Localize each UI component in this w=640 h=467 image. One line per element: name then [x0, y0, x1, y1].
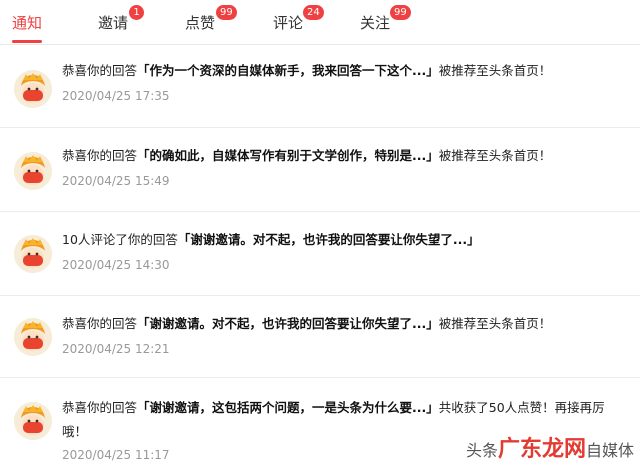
avatar: [14, 235, 52, 273]
answer-title-link[interactable]: 「的确如此，自媒体写作有别于文学创作，特别是...」: [137, 148, 439, 163]
notification-text: 恭喜你的回答「作为一个资深的自媒体新手，我来回答一下这个...」被推荐至头条首页…: [62, 63, 552, 78]
tab-notifications[interactable]: 通知: [12, 12, 42, 33]
answer-title-link[interactable]: 「谢谢邀请，这包括两个问题，一是头条为什么要...」: [137, 400, 439, 415]
invitations-count-badge: 1: [129, 5, 144, 20]
avatar: [14, 152, 52, 190]
list-item[interactable]: 恭喜你的回答「作为一个资深的自媒体新手，我来回答一下这个...」被推荐至头条首页…: [0, 46, 640, 128]
cartoon-avatar-icon: [14, 235, 52, 273]
timestamp: 2020/04/25 17:35: [62, 89, 170, 103]
list-item[interactable]: 恭喜你的回答「的确如此，自媒体写作有别于文学创作，特别是...」被推荐至头条首页…: [0, 128, 640, 212]
avatar: [14, 70, 52, 108]
list-item[interactable]: 10人评论了你的回答「谢谢邀请。对不起，也许我的回答要让你失望了...」 202…: [0, 212, 640, 296]
follows-count-badge: 99: [390, 5, 411, 20]
answer-title-link[interactable]: 「谢谢邀请。对不起，也许我的回答要让你失望了...」: [178, 232, 480, 247]
cartoon-avatar-icon: [14, 402, 52, 440]
active-tab-underline: [12, 40, 42, 43]
tab-likes[interactable]: 点赞: [185, 12, 215, 33]
tab-comments[interactable]: 评论: [273, 12, 303, 33]
cartoon-avatar-icon: [14, 152, 52, 190]
timestamp: 2020/04/25 11:17: [62, 448, 170, 462]
avatar: [14, 402, 52, 440]
answer-title-link[interactable]: 「谢谢邀请。对不起，也许我的回答要让你失望了...」: [137, 316, 439, 331]
site-watermark: 头条广东龙网自媒体: [465, 437, 634, 462]
comments-count-badge: 24: [303, 5, 324, 20]
timestamp: 2020/04/25 12:21: [62, 342, 170, 356]
timestamp: 2020/04/25 14:30: [62, 258, 170, 272]
avatar: [14, 318, 52, 356]
answer-title-link[interactable]: 「作为一个资深的自媒体新手，我来回答一下这个...」: [137, 63, 439, 78]
cartoon-avatar-icon: [14, 318, 52, 356]
notification-text: 10人评论了你的回答「谢谢邀请。对不起，也许我的回答要让你失望了...」: [62, 232, 480, 247]
notification-text: 恭喜你的回答「的确如此，自媒体写作有别于文学创作，特别是...」被推荐至头条首页…: [62, 148, 552, 163]
notification-text: 恭喜你的回答「谢谢邀请。对不起，也许我的回答要让你失望了...」被推荐至头条首页…: [62, 316, 552, 331]
likes-count-badge: 99: [216, 5, 237, 20]
notification-tabs: 通知 邀请 1 点赞 99 评论 24 关注 99: [0, 0, 640, 45]
cartoon-avatar-icon: [14, 70, 52, 108]
tab-follows[interactable]: 关注: [360, 12, 390, 33]
list-item[interactable]: 恭喜你的回答「谢谢邀请。对不起，也许我的回答要让你失望了...」被推荐至头条首页…: [0, 296, 640, 378]
timestamp: 2020/04/25 15:49: [62, 174, 170, 188]
tab-invitations[interactable]: 邀请: [98, 12, 128, 33]
